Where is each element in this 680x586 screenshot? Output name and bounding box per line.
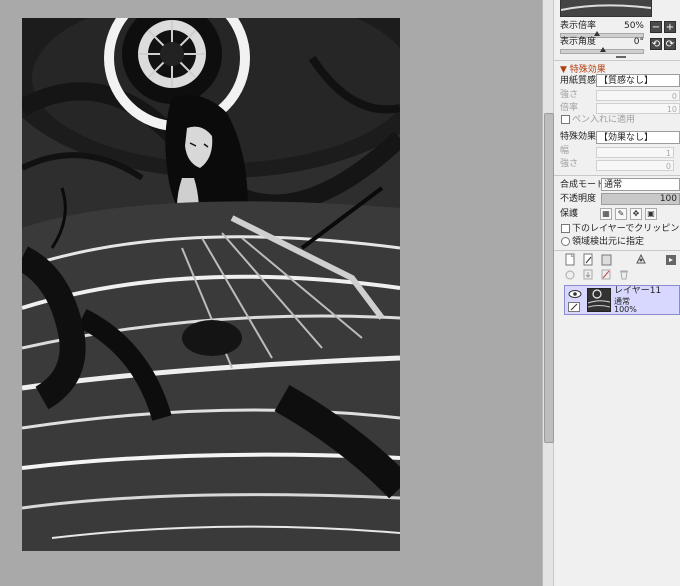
navigator-preview-image <box>561 0 651 16</box>
protect-move-icon[interactable]: ✥ <box>630 208 642 220</box>
zoom-in-button[interactable]: + <box>664 21 676 33</box>
selection-source-radio[interactable] <box>561 237 570 246</box>
protect-label: 保護 <box>560 209 579 219</box>
paper-strength-label: 強さ <box>560 90 579 100</box>
blend-mode-label: 合成モード <box>560 180 606 190</box>
apply-to-pen-label: ペン入れに適用 <box>572 115 636 125</box>
navigator-preview[interactable] <box>560 0 652 17</box>
angle-slider-handle[interactable] <box>600 47 606 52</box>
paper-texture-label: 用紙質感 <box>560 76 597 86</box>
clipping-checkbox[interactable] <box>561 224 570 233</box>
protect-paint-icon[interactable]: ✎ <box>615 208 627 220</box>
selection-source-label: 領域検出元に指定 <box>572 237 645 247</box>
layer-thumbnail <box>587 288 611 312</box>
zoom-label: 表示倍率 <box>560 21 597 31</box>
effect-width-label: 幅 <box>560 146 570 156</box>
eye-icon[interactable] <box>568 289 582 299</box>
zoom-row: 表示倍率 50% <box>560 19 644 33</box>
layer-name: レイヤー11 <box>614 286 662 296</box>
separator <box>554 175 680 176</box>
artwork-canvas[interactable] <box>22 18 400 551</box>
clipping-label: 下のレイヤーでクリッピング <box>572 224 680 234</box>
angle-label: 表示角度 <box>560 37 597 47</box>
new-layer-folder-icon[interactable] <box>600 253 612 266</box>
effect-label: 特殊効果 <box>560 132 597 142</box>
blend-mode-select[interactable]: 通常 <box>601 178 680 191</box>
layer-opacity: 100% <box>614 305 637 314</box>
clear-layer-icon[interactable] <box>600 268 612 281</box>
new-layer-icon[interactable] <box>564 253 576 266</box>
effect-select[interactable]: 【効果なし】 <box>596 131 680 144</box>
delete-layer-icon[interactable] <box>618 268 630 281</box>
paper-texture-select[interactable]: 【質感なし】 <box>596 74 680 87</box>
opacity-value: 100 <box>659 194 677 204</box>
side-panel: 表示倍率 50% − + 表示角度 0° ⟲ ⟳ ▼ 特殊効果 用紙質感 【質感… <box>554 0 680 586</box>
separator <box>554 250 680 251</box>
protect-transparency-icon[interactable]: ▦ <box>600 208 612 220</box>
effect-strength-field[interactable]: 0 <box>596 160 674 171</box>
canvas-area[interactable] <box>0 0 542 586</box>
zoom-value: 50% <box>623 21 644 31</box>
lock-icon[interactable]: ▣ <box>645 208 657 220</box>
effect-width-field[interactable]: 1 <box>596 147 674 158</box>
paper-strength-field[interactable]: 0 <box>596 90 680 101</box>
canvas-vertical-scrollbar[interactable] <box>542 0 554 586</box>
apply-to-pen-checkbox[interactable] <box>561 115 570 124</box>
layer-item[interactable]: レイヤー11 通常 100% <box>564 285 680 315</box>
effect-strength-label: 強さ <box>560 159 579 169</box>
layer-panel-menu-icon[interactable] <box>666 253 678 266</box>
scrollbar-thumb[interactable] <box>544 113 554 443</box>
layer-thumbnail-image <box>588 289 610 311</box>
transfer-down-icon[interactable] <box>564 268 576 281</box>
panel-divider-handle[interactable] <box>616 56 626 58</box>
rotate-left-icon[interactable]: ⟲ <box>650 38 662 50</box>
rotate-right-icon[interactable]: ⟳ <box>664 38 676 50</box>
brush-lock-icon[interactable] <box>568 302 580 312</box>
merge-down-icon[interactable] <box>582 268 594 281</box>
angle-value: 0° <box>633 37 644 47</box>
zoom-out-button[interactable]: − <box>650 21 662 33</box>
opacity-label: 不透明度 <box>560 194 597 204</box>
opacity-slider[interactable]: 100 <box>601 193 680 205</box>
layer-mask-icon[interactable] <box>635 253 647 266</box>
separator <box>554 60 680 61</box>
artwork-image <box>22 18 400 551</box>
new-vector-layer-icon[interactable] <box>582 253 594 266</box>
